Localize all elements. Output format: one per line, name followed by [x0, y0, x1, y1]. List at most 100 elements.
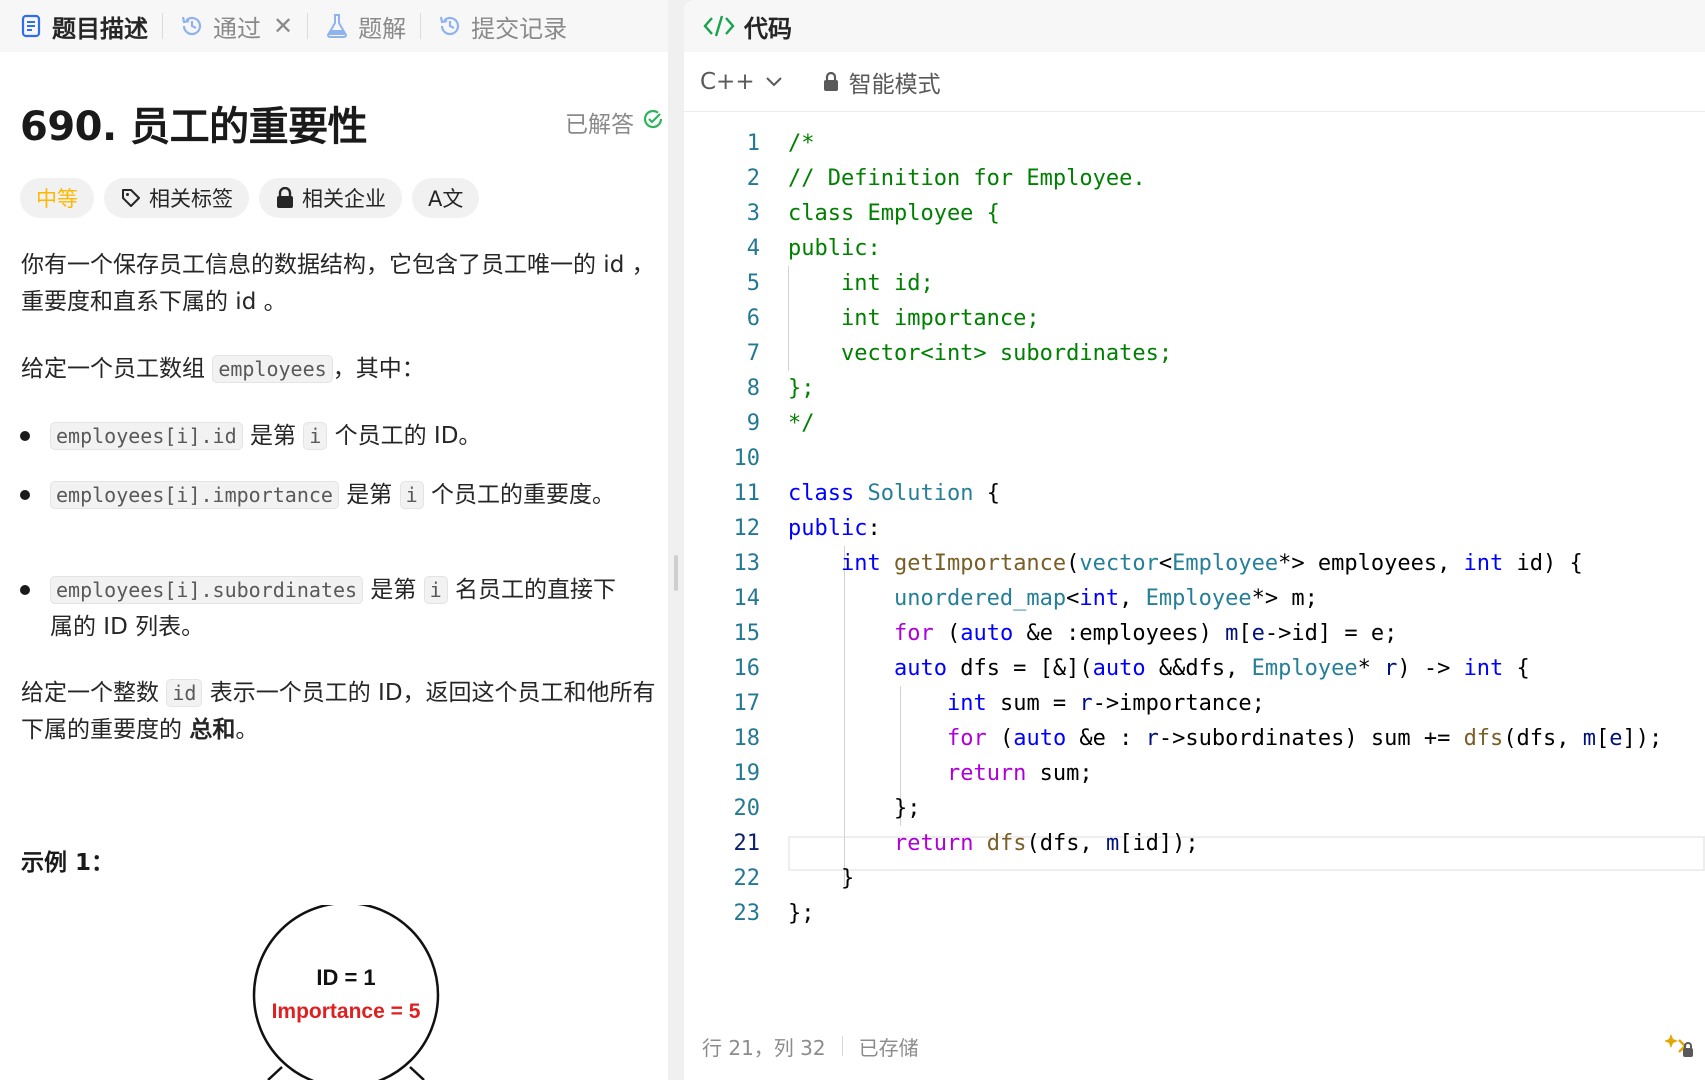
close-icon[interactable]: ✕ — [273, 12, 293, 40]
code-line[interactable]: int getImportance(vector<Employee*> empl… — [788, 546, 1583, 581]
inline-code: i — [423, 576, 448, 604]
status-bar: 行 21，列 32 已存储 — [684, 1026, 1705, 1066]
bullet-dot — [20, 490, 30, 500]
inline-code: id — [166, 679, 203, 707]
line-number: 7 — [746, 341, 760, 366]
text: 个员工的重要度。 — [430, 482, 615, 508]
problem-panel: 题目描述 通过 ✕ 题解 提交记录 690. 员工的重要性 已解答 中等 相关标… — [0, 0, 668, 1080]
assistant-icon[interactable] — [1665, 1030, 1695, 1060]
code-line[interactable]: auto dfs = [&](auto &&dfs, Employee* r) … — [788, 651, 1530, 686]
translate-button[interactable]: A文 — [412, 178, 480, 218]
code-line[interactable]: public: — [788, 511, 881, 546]
flask-icon — [322, 11, 352, 41]
problem-tabs: 题目描述 通过 ✕ 题解 提交记录 — [0, 0, 668, 52]
code-line[interactable]: int importance; — [788, 301, 1040, 336]
tab-accepted[interactable]: 通过 ✕ — [177, 0, 293, 52]
code-line[interactable]: */ — [788, 406, 815, 441]
tab-submissions[interactable]: 提交记录 — [435, 0, 567, 52]
tab-divider — [420, 13, 422, 39]
code-line[interactable]: }; — [788, 896, 815, 931]
tab-description[interactable]: 题目描述 — [16, 0, 148, 52]
inline-code: employees — [212, 355, 333, 383]
check-circle-icon — [642, 108, 664, 136]
node-id-label: ID = 1 — [316, 965, 375, 990]
tab-label: 提交记录 — [471, 14, 568, 43]
resize-grip[interactable] — [674, 555, 678, 591]
inline-code: i — [399, 481, 424, 509]
panel-resizer[interactable] — [668, 0, 684, 1080]
line-number: 15 — [733, 621, 761, 646]
inline-code: employees[i].subordinates — [50, 576, 364, 604]
example-heading: 示例 1： — [21, 850, 115, 876]
line-number: 13 — [733, 551, 761, 576]
status-divider — [841, 1036, 843, 1056]
list-item: employees[i].id 是第 i 个员工的 ID。 — [50, 418, 620, 455]
code-line[interactable]: }; — [788, 371, 815, 406]
chevron-down-icon — [765, 76, 782, 86]
bold-text: 总和 — [189, 717, 236, 743]
code-line[interactable]: for (auto &e :employees) m[e->id] = e; — [788, 616, 1397, 651]
code-line[interactable]: int sum = r->importance; — [788, 686, 1265, 721]
list-item: employees[i].importance 是第 i 个员工的重要度。 — [50, 477, 620, 514]
code-line[interactable]: /* — [788, 126, 815, 161]
document-icon — [16, 11, 46, 41]
inline-code: i — [303, 422, 328, 450]
code-line[interactable]: // Definition for Employee. — [788, 161, 1146, 196]
line-number: 2 — [746, 166, 760, 191]
smart-mode-toggle[interactable]: 智能模式 — [823, 65, 941, 99]
code-line[interactable]: return sum; — [788, 756, 1093, 791]
text: 是第 — [346, 482, 393, 508]
problem-tags: 中等 相关标签 相关企业 A文 — [20, 178, 480, 218]
code-panel: 代码 C++ 智能模式 1 2 3 4 5 6 7 8 9 10 11 12 13 14 15 16 17 18 1… — [684, 0, 1705, 1080]
language-select[interactable]: C++ — [700, 69, 783, 95]
code-line[interactable]: int id; — [788, 266, 934, 301]
line-number: 12 — [733, 516, 761, 541]
text: ，其中： — [332, 356, 425, 382]
related-companies-label: 相关企业 — [302, 187, 386, 211]
code-line[interactable]: return dfs(dfs, m[id]); — [788, 826, 1199, 861]
smart-mode-label: 智能模式 — [848, 71, 941, 98]
problem-title: 690. 员工的重要性 — [20, 104, 368, 150]
code-line[interactable]: class Employee { — [788, 196, 1000, 231]
line-number: 18 — [733, 726, 761, 751]
line-number: 22 — [733, 866, 761, 891]
line-number: 20 — [733, 796, 761, 821]
line-number: 16 — [733, 656, 761, 681]
text: 个员工的 ID。 — [334, 423, 482, 449]
history-icon — [177, 11, 207, 41]
tab-divider — [162, 13, 163, 39]
difficulty-badge[interactable]: 中等 — [20, 178, 94, 218]
line-number: 17 — [733, 691, 761, 716]
code-line[interactable]: unordered_map<int, Employee*> m; — [788, 581, 1318, 616]
line-number: 19 — [733, 761, 761, 786]
description-paragraph: 给定一个整数 id 表示一个员工的 ID，返回这个员工和他所有下属的重要度的 总… — [21, 675, 661, 749]
code-line[interactable]: for (auto &e : r->subordinates) sum += d… — [788, 721, 1662, 756]
code-line[interactable]: }; — [788, 791, 921, 826]
line-number: 8 — [746, 376, 760, 401]
code-line[interactable]: public: — [788, 231, 881, 266]
code-icon — [703, 15, 735, 37]
tab-divider — [307, 13, 309, 39]
bullet-dot — [20, 431, 30, 441]
tab-label: 通过 — [213, 14, 261, 43]
tab-solutions[interactable]: 题解 — [322, 0, 406, 52]
solved-label: 已解答 — [565, 112, 634, 138]
related-tags-label: 相关标签 — [149, 187, 233, 211]
lock-icon — [823, 71, 838, 91]
code-line[interactable]: vector<int> subordinates; — [788, 336, 1172, 371]
cursor-position: 行 21，列 32 — [702, 1035, 826, 1060]
line-number: 10 — [733, 446, 761, 471]
related-companies-button[interactable]: 相关企业 — [259, 178, 402, 218]
code-line[interactable]: class Solution { — [788, 476, 1000, 511]
tag-icon — [122, 189, 140, 207]
diagram-node — [252, 905, 440, 1080]
line-number: 3 — [746, 201, 760, 226]
text: 是第 — [370, 577, 417, 603]
related-tags-button[interactable]: 相关标签 — [104, 178, 249, 218]
code-editor[interactable]: 1 2 3 4 5 6 7 8 9 10 11 12 13 14 15 16 17 18 19 20 21 22 23 /*… — [684, 126, 1705, 926]
line-number: 11 — [733, 481, 761, 506]
code-line[interactable]: } — [788, 861, 854, 896]
inline-code: employees[i].importance — [50, 481, 339, 509]
line-number: 21 — [733, 831, 761, 856]
code-panel-header: 代码 — [684, 0, 1705, 52]
